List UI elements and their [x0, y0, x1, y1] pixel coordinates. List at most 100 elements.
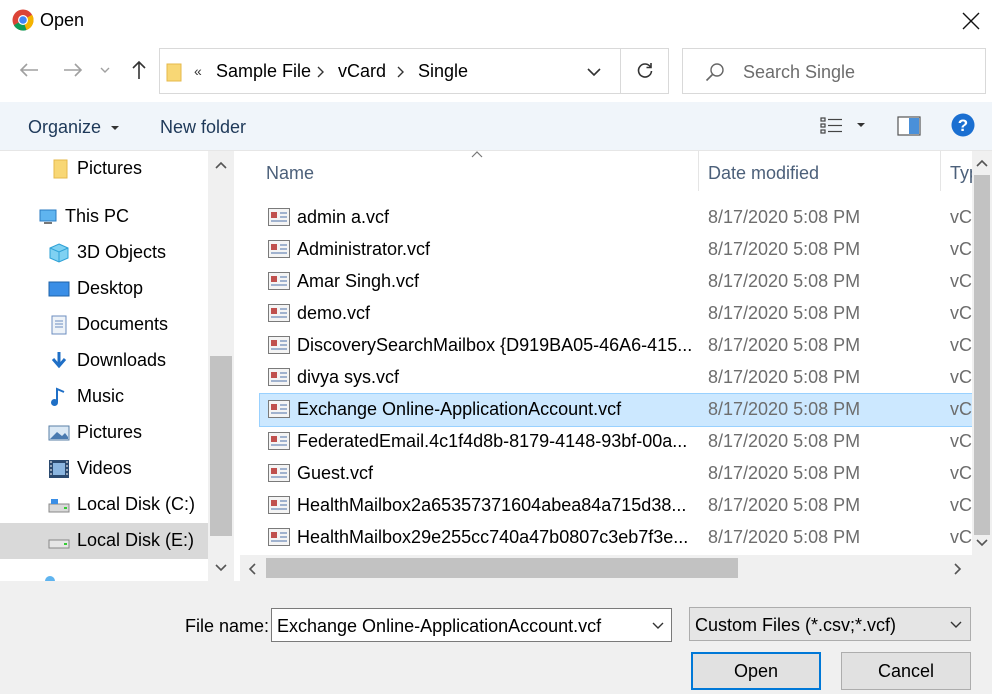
file-type-select[interactable]: Custom Files (*.csv;*.vcf) — [689, 607, 971, 641]
vcard-file-icon — [268, 432, 290, 450]
file-row[interactable]: admin a.vcf 8/17/2020 5:08 PM vC — [260, 202, 972, 234]
vcard-file-icon — [268, 464, 290, 482]
column-divider[interactable] — [940, 151, 941, 191]
nav-item-downloads[interactable]: Downloads — [0, 343, 208, 379]
search-icon — [705, 63, 724, 82]
navigation-pane-scrollbar[interactable] — [208, 151, 234, 581]
scrollbar-thumb[interactable] — [974, 175, 990, 535]
nav-item-documents[interactable]: Documents — [0, 307, 208, 343]
file-row-selected[interactable]: Exchange Online-ApplicationAccount.vcf 8… — [259, 393, 973, 427]
address-bar[interactable]: « Sample File vCard Single — [159, 48, 621, 94]
file-type: vC — [950, 207, 972, 227]
organize-button[interactable]: Organize — [28, 117, 120, 138]
view-details-icon[interactable] — [820, 116, 844, 136]
scrollbar-thumb[interactable] — [210, 356, 232, 536]
forward-arrow-icon — [64, 63, 83, 77]
caret-down-icon[interactable] — [856, 122, 866, 128]
nav-item-pictures[interactable]: Pictures — [0, 415, 208, 451]
file-row[interactable]: HealthMailbox29e255cc740a47b0807c3eb7f3e… — [260, 522, 972, 554]
search-input[interactable]: Search Single — [743, 62, 855, 83]
cancel-button[interactable]: Cancel — [841, 652, 971, 690]
file-row[interactable]: divya sys.vcf 8/17/2020 5:08 PM vC — [260, 362, 972, 394]
file-name: divya sys.vcf — [297, 367, 400, 387]
chevron-down-icon[interactable] — [587, 68, 601, 77]
file-list-vertical-scrollbar[interactable] — [972, 151, 992, 555]
file-type: vC — [950, 463, 972, 483]
chevron-left-icon[interactable] — [248, 563, 256, 575]
help-icon[interactable]: ? — [951, 113, 975, 137]
file-name-field[interactable]: Exchange Online-ApplicationAccount.vcf — [271, 608, 672, 642]
chevron-right-icon — [397, 66, 404, 78]
desktop-icon — [48, 281, 70, 297]
file-row[interactable]: FederatedEmail.4c1f4d8b-8179-4148-93bf-0… — [260, 426, 972, 458]
file-name: HealthMailbox29e255cc740a47b0807c3eb7f3e… — [297, 527, 689, 547]
file-row[interactable]: HealthMailbox2a65357371604abea84a715d38.… — [260, 490, 972, 522]
file-name: Guest.vcf — [297, 463, 374, 483]
scrollbar-thumb[interactable] — [266, 558, 738, 578]
file-date: 8/17/2020 5:08 PM — [708, 431, 861, 451]
file-name: FederatedEmail.4c1f4d8b-8179-4148-93bf-0… — [297, 431, 688, 451]
recent-locations-button[interactable] — [97, 58, 113, 82]
column-divider[interactable] — [698, 151, 699, 191]
command-bar: Organize New folder ? — [0, 102, 992, 151]
download-icon — [51, 352, 67, 369]
file-list-horizontal-scrollbar[interactable] — [240, 555, 992, 581]
chevron-up-icon[interactable] — [215, 161, 227, 169]
nav-item-label: Pictures — [77, 422, 143, 442]
breadcrumb-single[interactable]: Single — [418, 61, 468, 82]
breadcrumb-vcard[interactable]: vCard — [338, 61, 386, 82]
breadcrumb-overflow[interactable]: « — [194, 63, 202, 79]
vcard-file-icon — [268, 496, 290, 514]
up-button[interactable] — [127, 58, 151, 82]
file-row[interactable]: Administrator.vcf 8/17/2020 5:08 PM vC — [260, 234, 972, 266]
preview-pane-icon[interactable] — [897, 115, 921, 137]
refresh-icon — [637, 63, 652, 78]
chevron-up-icon[interactable] — [976, 159, 988, 167]
file-date: 8/17/2020 5:08 PM — [708, 463, 861, 483]
nav-item-3d-objects[interactable]: 3D Objects — [0, 235, 208, 271]
file-type: vC — [950, 239, 972, 259]
chevron-right-icon — [317, 66, 324, 78]
nav-item-this-pc[interactable]: This PC — [0, 199, 208, 235]
nav-item-local-disk-e[interactable]: Local Disk (E:) — [0, 523, 208, 559]
search-box[interactable]: Search Single — [682, 48, 986, 94]
file-row[interactable]: Guest.vcf 8/17/2020 5:08 PM vC — [260, 458, 972, 490]
back-button[interactable] — [17, 58, 41, 82]
nav-item-local-disk-c[interactable]: Local Disk (C:) — [0, 487, 208, 523]
music-icon — [51, 387, 65, 406]
file-name: admin a.vcf — [297, 207, 390, 227]
open-button[interactable]: Open — [691, 652, 821, 690]
nav-item-videos[interactable]: Videos — [0, 451, 208, 487]
nav-item-label: Desktop — [77, 278, 144, 298]
breadcrumb-sample-file[interactable]: Sample File — [216, 61, 311, 82]
nav-item-music[interactable]: Music — [0, 379, 208, 415]
file-date: 8/17/2020 5:08 PM — [708, 239, 861, 259]
file-date: 8/17/2020 5:08 PM — [708, 207, 861, 227]
chevron-down-icon[interactable] — [215, 564, 227, 572]
file-row[interactable]: DiscoverySearchMailbox {D919BA05-46A6-41… — [260, 330, 972, 362]
file-row[interactable]: Amar Singh.vcf 8/17/2020 5:08 PM vC — [260, 266, 972, 298]
close-button[interactable] — [950, 0, 992, 42]
new-folder-button[interactable]: New folder — [160, 117, 246, 138]
nav-item-label: Local Disk (E:) — [77, 530, 195, 550]
chrome-icon — [12, 9, 34, 31]
nav-item-desktop[interactable]: Desktop — [0, 271, 208, 307]
forward-button[interactable] — [61, 58, 85, 82]
drive-icon — [48, 539, 70, 549]
chevron-right-icon[interactable] — [954, 563, 962, 575]
refresh-button[interactable] — [621, 48, 669, 94]
file-row[interactable]: demo.vcf 8/17/2020 5:08 PM vC — [260, 298, 972, 330]
file-name-input[interactable]: Exchange Online-ApplicationAccount.vcf — [277, 616, 601, 637]
file-type: vC — [950, 527, 972, 547]
file-name: HealthMailbox2a65357371604abea84a715d38.… — [297, 495, 687, 515]
file-date: 8/17/2020 5:08 PM — [708, 527, 861, 547]
file-type: vC — [950, 335, 972, 355]
chevron-down-icon[interactable] — [652, 622, 664, 630]
chevron-down-icon[interactable] — [976, 539, 988, 547]
drive-icon — [48, 499, 70, 513]
nav-item-pictures-quick[interactable]: Pictures — [0, 151, 208, 187]
column-header-name[interactable]: Name — [266, 163, 314, 184]
column-header-date-modified[interactable]: Date modified — [708, 163, 819, 184]
chevron-down-icon — [950, 621, 962, 628]
close-icon — [962, 12, 980, 30]
